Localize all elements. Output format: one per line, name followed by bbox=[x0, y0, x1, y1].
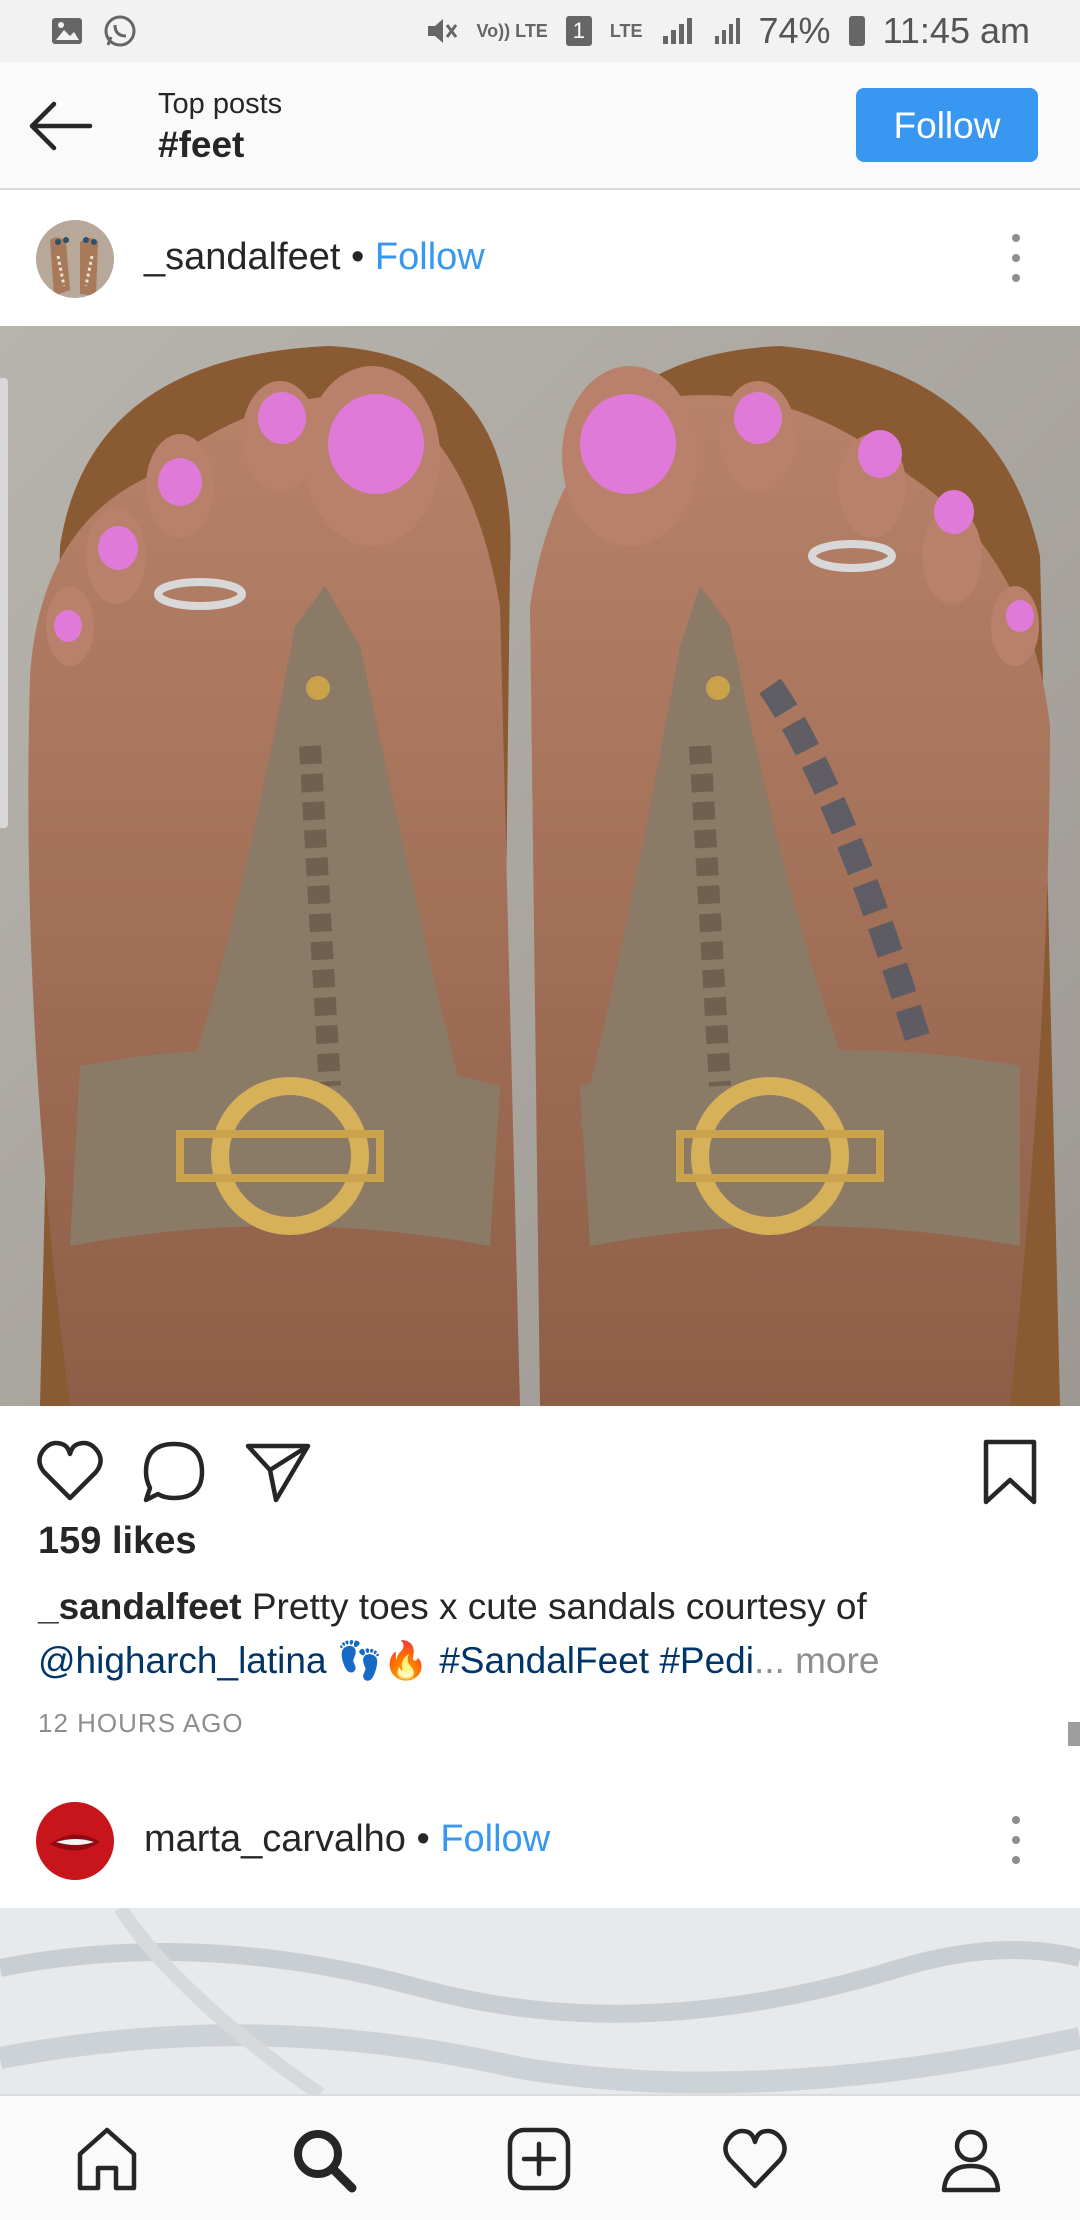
post-photo-feet-sandals bbox=[0, 326, 1080, 1406]
caption-username[interactable]: _sandalfeet bbox=[38, 1586, 242, 1627]
separator-dot: • bbox=[405, 1818, 441, 1860]
top-app-bar: Top posts #feet Follow bbox=[0, 62, 1080, 190]
back-arrow-icon[interactable] bbox=[26, 98, 98, 154]
page-subtitle: Top posts bbox=[158, 88, 283, 120]
send-icon[interactable] bbox=[242, 1436, 314, 1508]
heart-icon[interactable] bbox=[34, 1436, 106, 1508]
page-title-group: Top posts #feet bbox=[158, 86, 282, 168]
post-header: _sandalfeet • Follow bbox=[0, 192, 1080, 326]
avatar[interactable] bbox=[36, 1802, 114, 1880]
avatar-image bbox=[36, 220, 114, 298]
signal-icon-2 bbox=[714, 18, 740, 44]
signal-icon bbox=[662, 18, 692, 44]
post-header: marta_carvalho • Follow bbox=[0, 1774, 1080, 1908]
profile-icon[interactable] bbox=[936, 2124, 1006, 2194]
post-username[interactable]: marta_carvalho bbox=[144, 1818, 406, 1860]
post-caption: _sandalfeet Pretty toes x cute sandals c… bbox=[38, 1580, 1048, 1688]
clock: 11:45 am bbox=[882, 10, 1030, 51]
sim-indicator: 1 bbox=[565, 16, 592, 46]
caption-hashtag[interactable]: #Pedi bbox=[659, 1640, 754, 1681]
post-actions-bar bbox=[0, 1406, 1080, 1526]
post-username-line: marta_carvalho • Follow bbox=[144, 1816, 550, 1862]
page-title: #feet bbox=[158, 124, 245, 165]
home-icon[interactable] bbox=[72, 2124, 142, 2194]
bookmark-icon[interactable] bbox=[974, 1436, 1046, 1508]
gallery-notification-icon bbox=[52, 18, 82, 44]
status-left bbox=[50, 13, 138, 49]
status-right: Vo)) LTE 1 LTE 74% 11:45 am bbox=[425, 10, 1030, 52]
post-username-line: _sandalfeet • Follow bbox=[144, 234, 485, 280]
post-photo-bedsheets bbox=[0, 1908, 1080, 2094]
post-image[interactable] bbox=[0, 326, 1080, 1406]
caption-emoji: 👣🔥 bbox=[326, 1640, 440, 1681]
caption-hashtag[interactable]: #SandalFeet bbox=[439, 1640, 649, 1681]
lte-indicator: LTE bbox=[609, 21, 643, 41]
scrollbar[interactable] bbox=[1068, 1722, 1080, 1746]
separator-dot: • bbox=[340, 236, 375, 278]
follow-hashtag-button[interactable]: Follow bbox=[856, 88, 1038, 162]
status-bar: Vo)) LTE 1 LTE 74% 11:45 am bbox=[0, 0, 1080, 62]
add-icon[interactable] bbox=[504, 2124, 574, 2194]
more-options-icon[interactable] bbox=[1000, 230, 1032, 286]
battery-percent: 74% bbox=[758, 10, 831, 51]
caption-more-link[interactable]: ... more bbox=[754, 1640, 879, 1681]
whatsapp-notification-icon bbox=[104, 15, 136, 47]
bottom-navigation bbox=[0, 2094, 1080, 2220]
caption-mention[interactable]: @higharch_latina bbox=[38, 1640, 327, 1681]
volte-indicator: Vo)) LTE bbox=[476, 21, 548, 41]
like-count[interactable]: 159 likes bbox=[38, 1520, 196, 1563]
mute-icon bbox=[427, 19, 457, 43]
avatar[interactable] bbox=[36, 220, 114, 298]
search-icon[interactable] bbox=[288, 2124, 358, 2194]
comment-icon[interactable] bbox=[138, 1436, 210, 1508]
follow-user-link[interactable]: Follow bbox=[440, 1818, 550, 1860]
follow-user-link[interactable]: Follow bbox=[375, 236, 485, 278]
post-image[interactable] bbox=[0, 1908, 1080, 2094]
more-options-icon[interactable] bbox=[1000, 1812, 1032, 1868]
caption-text: Pretty toes x cute sandals courtesy of bbox=[241, 1586, 867, 1627]
battery-icon bbox=[848, 16, 865, 46]
post-timestamp: 12 HOURS AGO bbox=[38, 1708, 244, 1738]
avatar-image bbox=[36, 1802, 114, 1880]
activity-heart-icon[interactable] bbox=[720, 2124, 790, 2194]
left-edge-indicator bbox=[0, 378, 8, 828]
post-username[interactable]: _sandalfeet bbox=[144, 236, 341, 278]
